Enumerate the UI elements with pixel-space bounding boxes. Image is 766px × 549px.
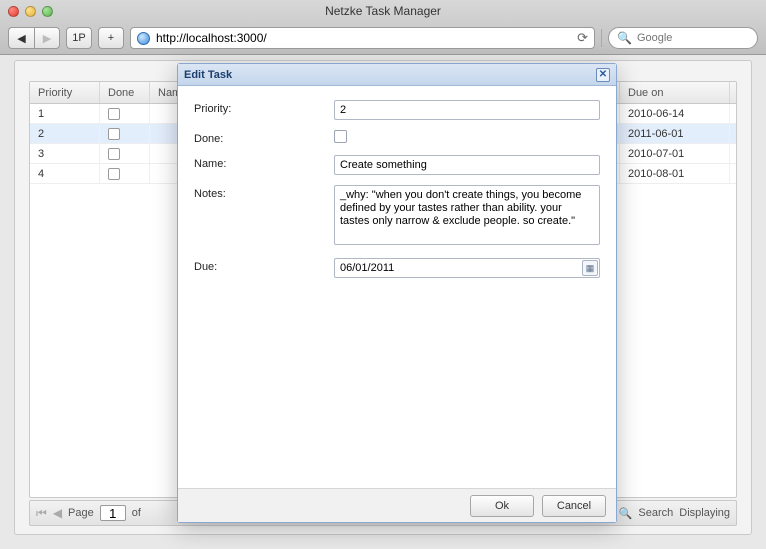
close-icon[interactable]: ✕ [596,68,610,82]
ok-label: Ok [495,500,509,512]
page-panel: Priority Done Name Notes Due on 12010-06… [14,60,752,535]
reload-icon[interactable]: ⟳ [577,30,588,46]
cell-priority: 4 [30,164,100,183]
back-forward-group: ◀ ▶ [8,27,60,49]
dialog-titlebar[interactable]: Edit Task ✕ [178,64,616,86]
cell-priority: 3 [30,144,100,163]
cell-priority: 1 [30,104,100,123]
back-button[interactable]: ◀ [8,27,34,49]
col-priority[interactable]: Priority [30,82,100,103]
of-label: of [132,507,141,519]
dialog-body: Priority: Done: Name: Notes: [178,86,616,488]
row-checkbox[interactable] [108,108,120,120]
search-footer-label[interactable]: Search [638,507,673,519]
window-title: Netzke Task Manager [0,4,766,18]
browser-chrome: Netzke Task Manager ◀ ▶ 1P + ⟳ 🔍 [0,0,766,55]
due-label: Due: [194,258,334,273]
col-due[interactable]: Due on [620,82,730,103]
browser-toolbar: ◀ ▶ 1P + ⟳ 🔍 [0,22,766,54]
cell-done [100,104,150,123]
calendar-icon[interactable]: ▦ [582,260,598,276]
address-bar[interactable]: ⟳ [130,27,595,49]
search-footer-icon: 🔍 [619,507,633,520]
cell-due: 2011-06-01 [620,124,730,143]
priority-label: Priority: [194,100,334,115]
globe-icon [137,32,150,45]
url-input[interactable] [156,31,571,45]
cell-due: 2010-06-14 [620,104,730,123]
row-checkbox[interactable] [108,148,120,160]
displaying-label: Displaying [679,507,730,519]
cell-done [100,124,150,143]
titlebar: Netzke Task Manager [0,0,766,22]
col-done[interactable]: Done [100,82,150,103]
forward-button[interactable]: ▶ [34,27,60,49]
notes-textarea[interactable] [334,185,600,245]
cell-priority: 2 [30,124,100,143]
dialog-title-text: Edit Task [184,69,232,81]
name-input[interactable] [334,155,600,175]
forward-icon: ▶ [43,32,51,45]
dialog-footer: Ok Cancel [178,488,616,522]
back-icon: ◀ [17,32,25,45]
cell-done [100,144,150,163]
cancel-button[interactable]: Cancel [542,495,606,517]
ok-button[interactable]: Ok [470,495,534,517]
notes-label: Notes: [194,185,334,200]
priority-input[interactable] [334,100,600,120]
search-input[interactable] [637,32,766,44]
cell-due: 2010-07-01 [620,144,730,163]
edit-task-dialog: Edit Task ✕ Priority: Done: Name: [177,63,617,523]
row-checkbox[interactable] [108,168,120,180]
prev-page-icon[interactable]: ◀ [53,506,62,520]
cancel-label: Cancel [557,500,591,512]
name-label: Name: [194,155,334,170]
onepassword-button[interactable]: 1P [66,27,92,49]
search-box[interactable]: 🔍 [608,27,758,49]
row-checkbox[interactable] [108,128,120,140]
search-icon: 🔍 [617,31,632,45]
onepassword-label: 1P [72,32,85,44]
page-input[interactable] [100,505,126,521]
toolbar-divider [601,29,602,47]
done-label: Done: [194,130,334,145]
plus-icon: + [108,32,114,44]
page-label: Page [68,507,94,519]
done-checkbox[interactable] [334,130,347,143]
due-input[interactable] [334,258,600,278]
cell-due: 2010-08-01 [620,164,730,183]
first-page-icon[interactable]: ⏮ [36,506,47,521]
add-button[interactable]: + [98,27,124,49]
cell-done [100,164,150,183]
